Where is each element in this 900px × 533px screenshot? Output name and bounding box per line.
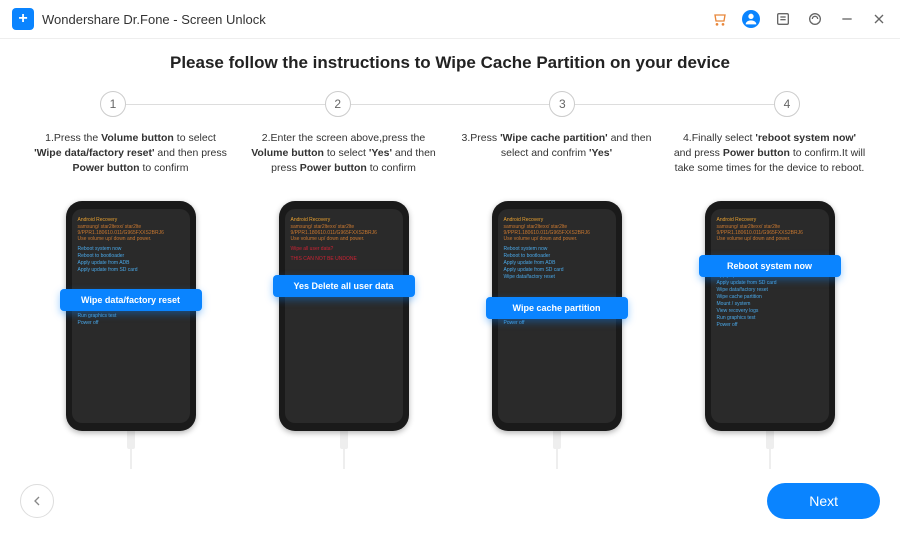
- step-columns: 1.Press the Volume button to select 'Wip…: [30, 131, 870, 469]
- menu-item: Wipe cache partition: [717, 294, 823, 301]
- cable-line: [556, 449, 558, 469]
- step-column: 2.Enter the screen above,press the Volum…: [243, 131, 444, 469]
- step-connector: [575, 104, 774, 105]
- step-circle-2: 2: [325, 91, 351, 117]
- highlight-label: Wipe data/factory reset: [60, 289, 202, 311]
- step-circle-3: 3: [549, 91, 575, 117]
- menu-item: Power off: [717, 322, 823, 329]
- highlight-label: Wipe cache partition: [486, 297, 628, 319]
- menu-item: Apply update from SD card: [717, 280, 823, 287]
- phone-screen: Android Recovery samsung/ star2ltexx/ st…: [72, 209, 190, 423]
- step-circle-4: 4: [774, 91, 800, 117]
- phone-screen: Android Recovery samsung/ star2ltexx/ st…: [711, 209, 829, 423]
- feedback-icon[interactable]: [774, 10, 792, 28]
- menu-item: Apply update from ADB: [504, 260, 610, 267]
- recovery-warn: Wipe all user data?: [291, 246, 397, 252]
- menu-item: Power off: [504, 320, 610, 327]
- step-instruction: 4.Finally select 'reboot system now' and…: [669, 131, 870, 195]
- minimize-icon[interactable]: [838, 10, 856, 28]
- menu-item: Reboot to bootloader: [78, 253, 184, 260]
- menu-item: Run graphics test: [717, 315, 823, 322]
- step-connector: [126, 104, 325, 105]
- phone-frame: Android Recovery samsung/ star2ltexx/ st…: [705, 201, 835, 431]
- arrow-left-icon: [29, 493, 45, 509]
- phone-illustration: Android Recovery samsung/ star2ltexx/ st…: [456, 201, 657, 469]
- step-instruction: 1.Press the Volume button to select 'Wip…: [30, 131, 231, 195]
- app-logo-icon: +: [12, 8, 34, 30]
- step-circle-1: 1: [100, 91, 126, 117]
- menu-item: Mount / system: [717, 301, 823, 308]
- phone-screen: Android Recovery samsung/ star2ltexx/ st…: [285, 209, 403, 423]
- support-icon[interactable]: [806, 10, 824, 28]
- cable-line: [769, 449, 771, 469]
- menu-item: Power off: [78, 320, 184, 327]
- step-instruction: 3.Press 'Wipe cache partition' and then …: [456, 131, 657, 195]
- highlight-label: Reboot system now: [699, 255, 841, 277]
- phone-illustration: Android Recovery samsung/ star2ltexx/ st…: [669, 201, 870, 469]
- footer: Next: [20, 483, 880, 519]
- step-connector: [351, 104, 550, 105]
- phone-frame: Android Recovery samsung/ star2ltexx/ st…: [279, 201, 409, 431]
- recovery-line: Use volume up/ down and power.: [291, 236, 397, 242]
- menu-item: Reboot system now: [78, 246, 184, 253]
- cable-icon: [340, 429, 348, 449]
- menu-item: Apply update from SD card: [78, 267, 184, 274]
- step-column: 4.Finally select 'reboot system now' and…: [669, 131, 870, 469]
- phone-illustration: Android Recovery samsung/ star2ltexx/ st…: [30, 201, 231, 469]
- close-icon[interactable]: [870, 10, 888, 28]
- menu-item: Wipe data/factory reset: [504, 274, 610, 281]
- highlight-label: Yes Delete all user data: [273, 275, 415, 297]
- menu-item: Run graphics test: [78, 313, 184, 320]
- window-title: Wondershare Dr.Fone - Screen Unlock: [42, 12, 266, 27]
- account-icon[interactable]: [742, 10, 760, 28]
- step-instruction: 2.Enter the screen above,press the Volum…: [243, 131, 444, 195]
- page-title: Please follow the instructions to Wipe C…: [30, 53, 870, 73]
- phone-illustration: Android Recovery samsung/ star2ltexx/ st…: [243, 201, 444, 469]
- menu-item: View recovery logs: [717, 308, 823, 315]
- step-column: 1.Press the Volume button to select 'Wip…: [30, 131, 231, 469]
- cable-line: [343, 449, 345, 469]
- cable-line: [130, 449, 132, 469]
- step-column: 3.Press 'Wipe cache partition' and then …: [456, 131, 657, 469]
- next-button[interactable]: Next: [767, 483, 880, 519]
- cable-icon: [553, 429, 561, 449]
- phone-frame: Android Recovery samsung/ star2ltexx/ st…: [66, 201, 196, 431]
- menu-item: Apply update from ADB: [78, 260, 184, 267]
- cable-icon: [127, 429, 135, 449]
- main-content: Please follow the instructions to Wipe C…: [0, 39, 900, 469]
- cart-icon[interactable]: [710, 10, 728, 28]
- step-indicator: 1 2 3 4: [30, 91, 870, 117]
- back-button[interactable]: [20, 484, 54, 518]
- titlebar: + Wondershare Dr.Fone - Screen Unlock: [0, 0, 900, 39]
- cable-icon: [766, 429, 774, 449]
- recovery-warn: THIS CAN NOT BE UNDONE: [291, 256, 397, 262]
- menu-item: Apply update from SD card: [504, 267, 610, 274]
- menu-item: Reboot system now: [504, 246, 610, 253]
- phone-frame: Android Recovery samsung/ star2ltexx/ st…: [492, 201, 622, 431]
- menu-item: Reboot to bootloader: [504, 253, 610, 260]
- menu-item: Wipe data/factory reset: [717, 287, 823, 294]
- titlebar-actions: [710, 10, 888, 28]
